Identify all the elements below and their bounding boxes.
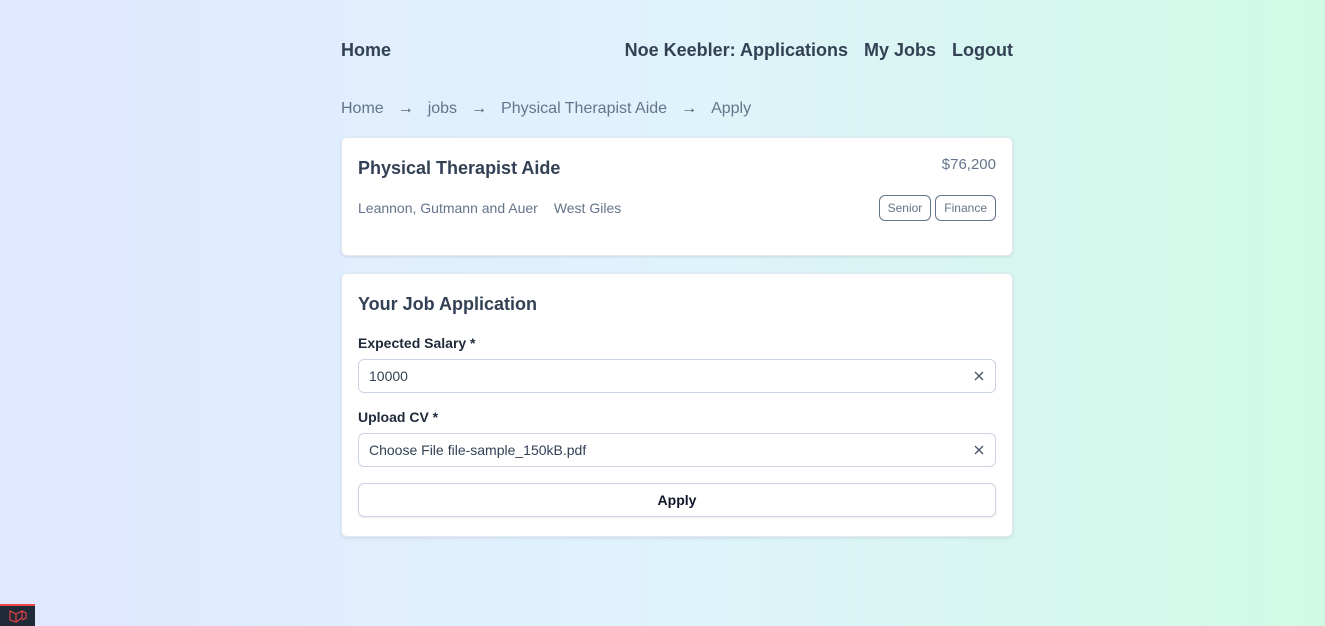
- job-meta: Leannon, Gutmann and Auer West Giles: [358, 200, 621, 216]
- job-company: Leannon, Gutmann and Auer: [358, 200, 538, 216]
- laravel-logo-icon: [8, 610, 27, 623]
- expected-salary-wrapper: [358, 359, 996, 393]
- nav-applications-link[interactable]: Noe Keebler: Applications: [625, 40, 848, 61]
- job-salary: $76,200: [941, 156, 996, 173]
- close-icon: [974, 445, 984, 455]
- breadcrumb-arrow-icon: →: [471, 100, 488, 117]
- breadcrumb-current: Apply: [711, 100, 752, 117]
- cv-file-name: file-sample_150kB.pdf: [447, 442, 587, 458]
- breadcrumb-home[interactable]: Home: [341, 100, 384, 118]
- job-card: Physical Therapist Aide $76,200 Leannon,…: [341, 137, 1013, 256]
- job-card-header: Physical Therapist Aide $76,200: [358, 156, 996, 179]
- breadcrumb: Home → jobs → Physical Therapist Aide → …: [341, 100, 1013, 118]
- upload-cv-input[interactable]: Choose File file-sample_150kB.pdf: [359, 434, 995, 466]
- debug-toolbar-toggle[interactable]: [0, 604, 35, 626]
- clear-cv-button[interactable]: [971, 442, 987, 458]
- nav-home-link[interactable]: Home: [341, 40, 391, 61]
- tag-category[interactable]: Finance: [935, 195, 996, 221]
- breadcrumb-arrow-icon: →: [397, 100, 414, 117]
- breadcrumb-job[interactable]: Physical Therapist Aide: [501, 100, 667, 118]
- clear-salary-button[interactable]: [971, 368, 987, 384]
- apply-button[interactable]: Apply: [358, 483, 996, 517]
- upload-cv-label: Upload CV *: [358, 409, 439, 425]
- nav-right-group: Noe Keebler: Applications My Jobs Logout: [625, 40, 1013, 61]
- job-title: Physical Therapist Aide: [358, 158, 561, 178]
- expected-salary-label: Expected Salary *: [358, 335, 476, 351]
- expected-salary-input[interactable]: [359, 360, 995, 392]
- nav-logout-link[interactable]: Logout: [952, 40, 1013, 61]
- tag-experience[interactable]: Senior: [878, 195, 932, 221]
- job-card-footer: Leannon, Gutmann and Auer West Giles Sen…: [358, 195, 996, 221]
- job-tags: Senior Finance: [878, 195, 996, 221]
- nav-my-jobs-link[interactable]: My Jobs: [864, 40, 936, 61]
- page-container: Home Noe Keebler: Applications My Jobs L…: [341, 0, 1013, 537]
- top-nav: Home Noe Keebler: Applications My Jobs L…: [341, 0, 1013, 101]
- application-form-card: Your Job Application Expected Salary * U…: [341, 273, 1013, 537]
- upload-cv-wrapper: Choose File file-sample_150kB.pdf: [358, 433, 996, 467]
- choose-file-button[interactable]: Choose File: [369, 442, 444, 458]
- close-icon: [974, 371, 984, 381]
- job-location: West Giles: [553, 200, 622, 216]
- breadcrumb-arrow-icon: →: [681, 100, 698, 117]
- application-title: Your Job Application: [358, 294, 537, 314]
- breadcrumb-jobs[interactable]: jobs: [428, 100, 457, 118]
